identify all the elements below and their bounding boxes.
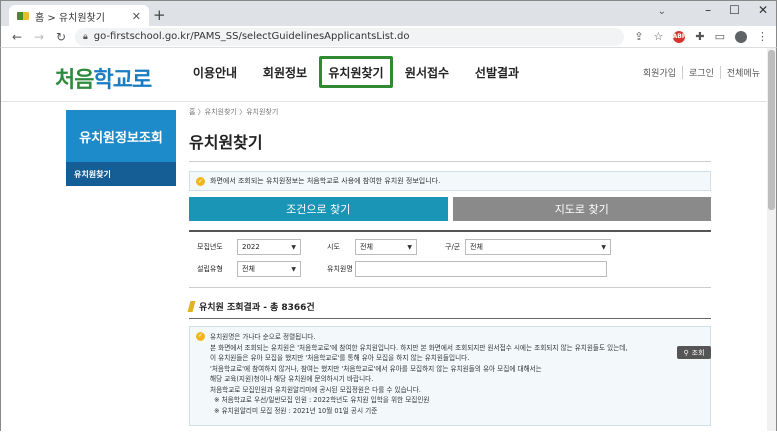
bookmark-star-icon[interactable]: ☆ <box>654 30 664 43</box>
notice-text: 화면에서 조회되는 유치원정보는 처음학교로 사용에 참여한 유치원 정보입니다… <box>210 177 441 185</box>
gnb-item-results[interactable]: 선발결과 <box>461 56 533 88</box>
info-line: 이 유치원들은 유아 모집을 했지만 '처음학교로'를 통해 유아 모집을 하지… <box>210 354 470 362</box>
gnb-item-find-kindergarten[interactable]: 유치원찾기 <box>319 56 393 88</box>
address-bar-row: ← → ↻ 🔒︎ go-firstschool.go.kr/PAMS_SS/se… <box>0 26 777 48</box>
name-label: 유치원명 <box>327 265 353 273</box>
back-arrow-icon[interactable]: ← <box>9 30 25 44</box>
site-header: 처음학교로 이용안내 회원정보 유치원찾기 원서접수 선발결과 회원가입 로그인… <box>1 48 776 102</box>
close-window-button[interactable]: ✕ <box>758 3 768 17</box>
result-divider <box>189 318 711 319</box>
browser-tabbar: 홈 > 유치원찾기 ✕ + ⌄ – ☐ ✕ <box>0 0 777 27</box>
search-mode-tabs: 조건으로 찾기 지도로 찾기 <box>189 197 711 221</box>
page-viewport: 처음학교로 이용안내 회원정보 유치원찾기 원서접수 선발결과 회원가입 로그인… <box>0 48 777 431</box>
site-logo[interactable]: 처음학교로 <box>55 62 152 94</box>
type-label: 설립유형 <box>197 265 223 273</box>
info-line: 해당 교육(지원)청이나 해당 유치원에 문의하시기 바랍니다. <box>210 375 374 383</box>
info-line: 본 화면에서 조회되는 유치원은 '처음학교로'에 참여한 유치원입니다. 하지… <box>210 343 628 352</box>
logo-main-text: 처음 <box>55 67 94 93</box>
sido-select-value: 전체 <box>360 243 373 251</box>
info-line: 유치원명은 가나다 순으로 정렬됩니다. <box>210 333 316 341</box>
tab-search-by-condition[interactable]: 조건으로 찾기 <box>189 197 448 221</box>
share-icon[interactable]: ⇪ <box>634 30 643 43</box>
chevron-down-icon: ▼ <box>291 265 296 273</box>
search-button-label: 조회 <box>691 348 705 357</box>
result-header: 유치원 조회결과 - 총 8366건 <box>187 300 711 313</box>
title-divider <box>189 161 711 162</box>
page-scrollbar[interactable] <box>767 48 776 431</box>
menu-kebab-icon[interactable]: ⋮ <box>757 30 768 43</box>
sido-label: 시도 <box>327 243 340 251</box>
check-circle-icon: ✓ <box>196 176 205 186</box>
main-content: 홈 〉유치원찾기 〉유치원찾기 유치원찾기 ✓ 화면에서 조회되는 유치원정보는… <box>187 106 711 426</box>
gugun-select[interactable]: 전체 ▼ <box>465 239 611 255</box>
year-select-value: 2022 <box>242 243 260 251</box>
gnb-item-application[interactable]: 원서접수 <box>391 56 463 88</box>
search-button[interactable]: ⚲ 조회 <box>677 346 711 359</box>
type-select[interactable]: 전체 ▼ <box>237 261 301 277</box>
page-title: 유치원찾기 <box>189 133 263 152</box>
filter-panel: 모집년도 2022 ▼ 시도 전체 ▼ 구/군 전체 ▼ 설립유형 전체 ▼ 유치원명 <box>189 230 711 288</box>
reload-icon[interactable]: ↻ <box>53 30 69 44</box>
all-menu-link[interactable]: 전체메뉴 <box>719 66 766 79</box>
tab-close-icon[interactable]: ✕ <box>132 10 141 23</box>
info-line: ※ 유치원알리미 모집 정원 : 2021년 10월 01일 공시 기준 <box>214 406 378 415</box>
pencil-icon <box>187 301 196 312</box>
gugun-select-value: 전체 <box>470 243 483 251</box>
year-label: 모집년도 <box>197 243 223 251</box>
browser-tab[interactable]: 홈 > 유치원찾기 ✕ <box>9 5 149 27</box>
year-select[interactable]: 2022 ▼ <box>237 239 301 255</box>
chevron-down-icon: ▼ <box>291 243 296 251</box>
type-select-value: 전체 <box>242 265 255 273</box>
window-controls: – ☐ ✕ <box>705 3 768 17</box>
sido-select[interactable]: 전체 ▼ <box>355 239 417 255</box>
kindergarten-name-input[interactable] <box>355 261 607 277</box>
minimize-button[interactable]: – <box>705 3 711 17</box>
maximize-button[interactable]: ☐ <box>729 3 740 17</box>
gnb-item-guide[interactable]: 이용안내 <box>179 56 251 88</box>
lock-icon: 🔒︎ <box>83 31 88 42</box>
scrollbar-thumb[interactable] <box>768 50 775 210</box>
login-link[interactable]: 로그인 <box>682 66 720 79</box>
new-tab-button[interactable]: + <box>153 6 166 24</box>
url-text: go-firstschool.go.kr/PAMS_SS/selectGuide… <box>93 31 410 42</box>
tab-search-by-map[interactable]: 지도로 찾기 <box>452 197 711 221</box>
chevron-down-icon: ▼ <box>407 243 412 251</box>
url-field[interactable]: 🔒︎ go-firstschool.go.kr/PAMS_SS/selectGu… <box>75 27 625 46</box>
left-nav: 유치원정보조회 유치원찾기 <box>66 110 176 186</box>
breadcrumb: 홈 〉유치원찾기 〉유치원찾기 <box>189 108 279 116</box>
gugun-label: 구/군 <box>445 243 461 251</box>
notice-box: ✓ 화면에서 조회되는 유치원정보는 처음학교로 사용에 참여한 유치원 정보입… <box>189 171 711 191</box>
info-line: '처음학교로'에 참여하지 않거나, 참여는 했지만 '처음학교로'에서 유아를… <box>210 364 542 373</box>
gnb-item-member[interactable]: 회원정보 <box>249 56 321 88</box>
info-line: 처음학교로 모집인원과 유치원알리미에 공시된 모집정원은 다를 수 있습니다. <box>210 385 421 394</box>
adblock-icon[interactable]: ABP <box>673 30 686 43</box>
lnb-item-find-kindergarten[interactable]: 유치원찾기 <box>66 162 176 186</box>
info-line: ※ 처음학교로 우선/일반모집 인원 : 2022학년도 유치원 입학을 위한 … <box>214 396 430 404</box>
global-nav: 이용안내 회원정보 유치원찾기 원서접수 선발결과 <box>179 56 531 88</box>
logo-accent-text: 학교로 <box>93 67 152 93</box>
lnb-title: 유치원정보조회 <box>66 110 176 162</box>
tab-title: 홈 > 유치원찾기 <box>35 12 105 24</box>
search-icon: ⚲ <box>683 348 689 357</box>
signup-link[interactable]: 회원가입 <box>637 66 682 79</box>
sidebar-icon[interactable]: ▭ <box>715 30 725 43</box>
chevron-down-icon: ▼ <box>601 243 606 251</box>
site-favicon-icon <box>17 12 29 20</box>
result-title: 유치원 조회결과 - <box>199 303 267 313</box>
utility-links: 회원가입 로그인 전체메뉴 <box>637 66 766 79</box>
profile-avatar[interactable] <box>735 30 747 43</box>
extensions-puzzle-icon[interactable]: ✚ <box>695 30 704 43</box>
result-count: 총 8366건 <box>269 303 315 313</box>
tab-search-chevron-icon[interactable]: ⌄ <box>658 6 666 17</box>
info-box: ✓ 유치원명은 가나다 순으로 정렬됩니다. 본 화면에서 조회되는 유치원은 … <box>189 326 711 426</box>
check-circle-icon: ✓ <box>196 332 205 341</box>
forward-arrow-icon[interactable]: → <box>31 30 47 44</box>
